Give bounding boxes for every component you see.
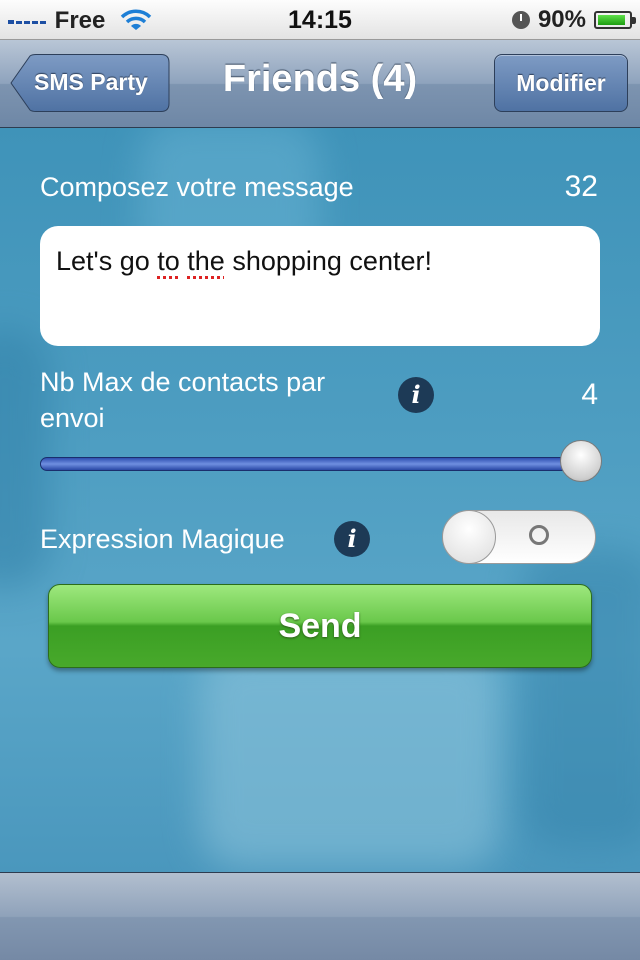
message-text-misspelled: the — [187, 246, 225, 276]
character-counter: 32 — [564, 170, 598, 203]
main-content: Composez votre message 32 Let's go to th… — [0, 128, 640, 872]
navigation-bar: SMS Party Friends (4) Modifier — [0, 40, 640, 128]
send-button[interactable]: Send — [48, 584, 592, 668]
toggle-knob — [442, 510, 496, 564]
magic-expression-label: Expression Magique — [40, 524, 285, 554]
max-contacts-slider[interactable] — [40, 440, 602, 482]
max-contacts-value: 4 — [581, 378, 598, 411]
clock-icon — [511, 11, 530, 29]
slider-thumb[interactable] — [560, 440, 602, 482]
message-input[interactable]: Let's go to the shopping center! — [40, 226, 600, 346]
info-icon[interactable]: i — [334, 521, 370, 557]
battery-percent: 90% — [537, 6, 586, 33]
info-icon[interactable]: i — [398, 377, 434, 413]
message-text-part: shopping center! — [224, 246, 432, 276]
edit-button[interactable]: Modifier — [494, 54, 628, 112]
slider-track — [40, 457, 580, 471]
status-right: 90% — [511, 6, 636, 34]
message-text-part: Let's go — [56, 246, 158, 276]
max-contacts-label: Nb Max de contacts par envoi — [40, 367, 326, 433]
compose-label: Composez votre message — [40, 172, 354, 202]
bottom-toolbar — [0, 872, 640, 960]
status-bar: Free 14:15 90% — [0, 0, 640, 40]
message-text-misspelled: to — [157, 246, 180, 276]
background-shape — [200, 648, 500, 868]
magic-expression-toggle[interactable] — [442, 510, 596, 564]
battery-icon — [594, 11, 636, 29]
toggle-off-indicator — [529, 525, 549, 545]
